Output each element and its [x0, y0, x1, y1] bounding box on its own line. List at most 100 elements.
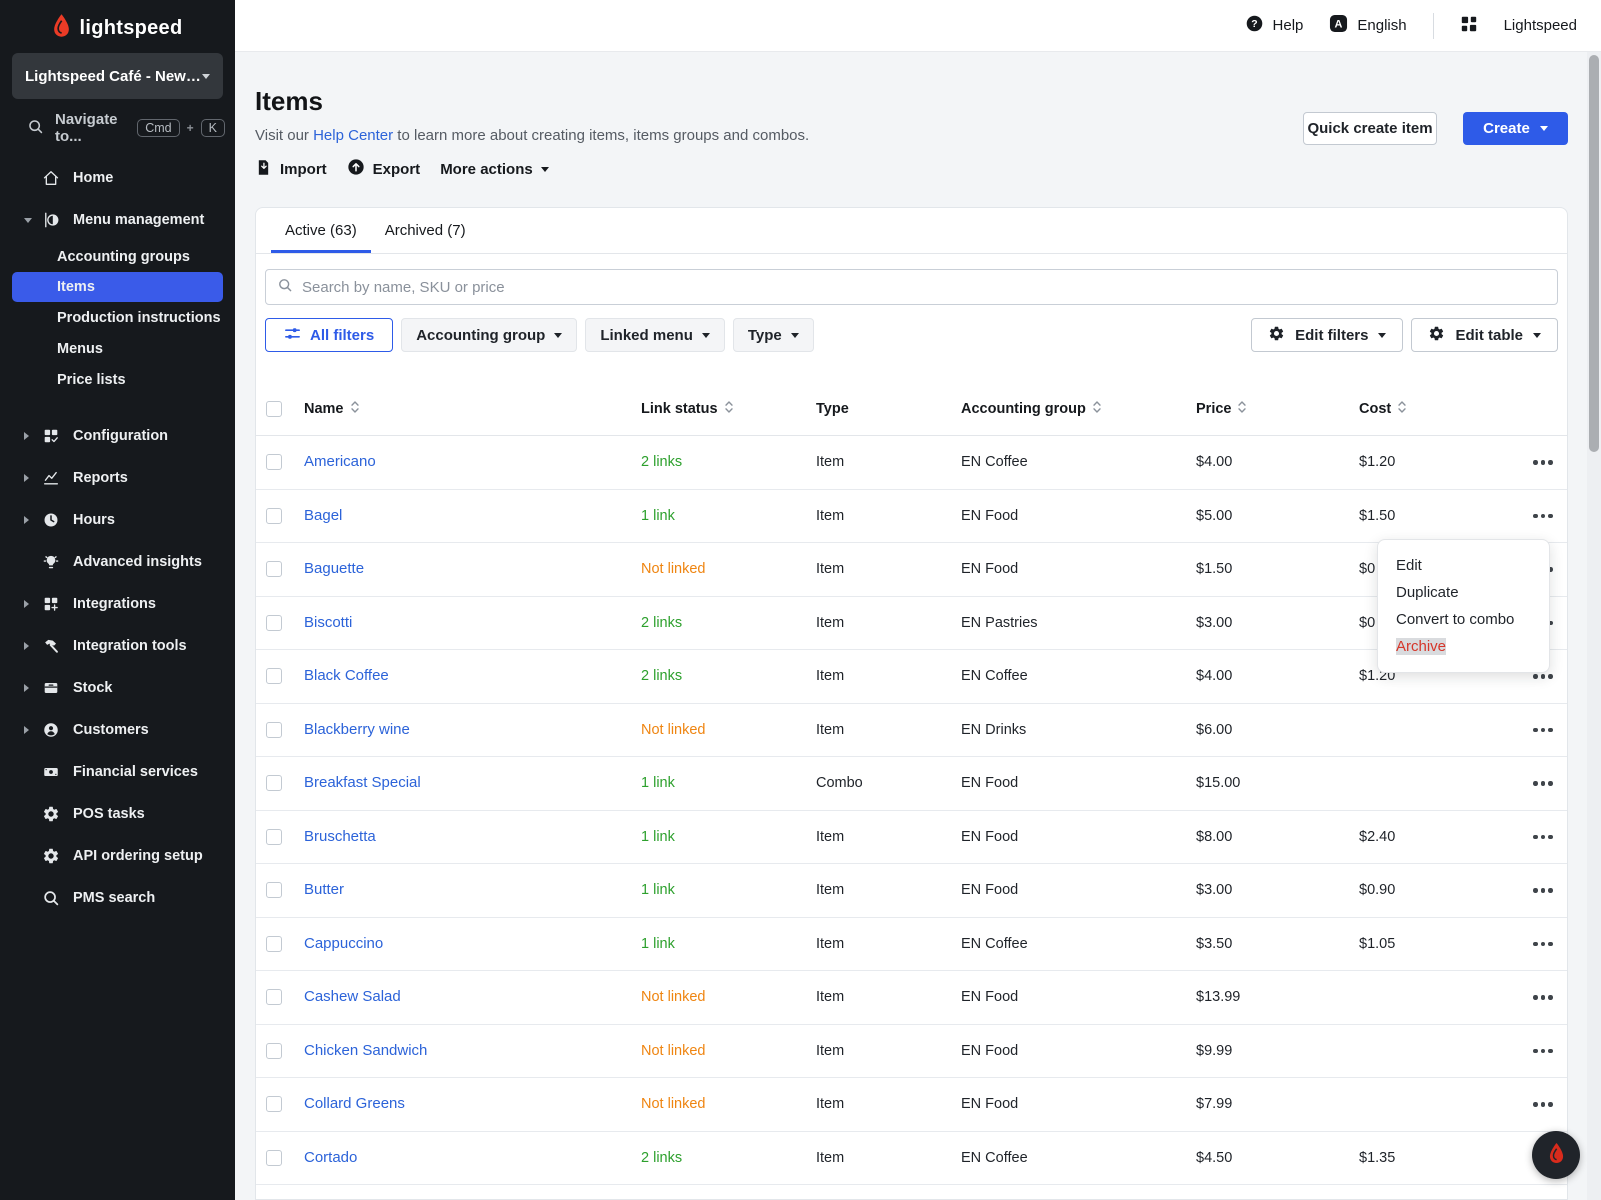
account-menu[interactable]: Lightspeed	[1504, 17, 1577, 34]
sidebar-item-home[interactable]: Home	[0, 157, 235, 199]
sidebar-item-customers[interactable]: Customers	[0, 709, 235, 751]
item-name-link[interactable]: Butter	[304, 881, 344, 898]
filter-dropdown-linked-menu[interactable]: Linked menu	[585, 318, 725, 352]
sidebar-subitem-production-instructions[interactable]: Production instructions	[0, 302, 235, 333]
item-name-link[interactable]: Cappuccino	[304, 935, 383, 952]
item-name-link[interactable]: Bruschetta	[304, 828, 376, 845]
row-actions-button[interactable]	[1531, 454, 1559, 471]
help-menu[interactable]: ? Help	[1245, 14, 1303, 37]
help-center-link[interactable]: Help Center	[313, 127, 393, 144]
sidebar-item-hours[interactable]: Hours	[0, 499, 235, 541]
sidebar-item-api-ordering-setup[interactable]: API ordering setup	[0, 835, 235, 877]
filter-dropdown-type[interactable]: Type	[732, 318, 814, 352]
column-header-price[interactable]: Price	[1196, 401, 1359, 417]
search-input[interactable]	[302, 278, 1546, 296]
sidebar-item-reports[interactable]: Reports	[0, 457, 235, 499]
row-actions-button[interactable]	[1531, 829, 1559, 846]
language-menu[interactable]: A English	[1329, 14, 1407, 37]
scrollbar-thumb[interactable]	[1589, 55, 1599, 452]
row-checkbox[interactable]	[266, 507, 282, 524]
table-row-biscotti: Biscotti 2 links Item EN Pastries $3.00 $0	[256, 597, 1567, 650]
tab-archived-7[interactable]: Archived (7)	[371, 208, 480, 253]
item-name-link[interactable]: Cortado	[304, 1149, 357, 1166]
column-header-name[interactable]: Name	[304, 401, 641, 417]
row-actions-button[interactable]	[1531, 775, 1559, 792]
row-actions-button[interactable]	[1531, 722, 1559, 739]
app-switcher-button[interactable]	[1460, 15, 1478, 37]
select-all-checkbox[interactable]	[266, 401, 282, 417]
row-checkbox[interactable]	[266, 1149, 282, 1166]
item-name-link[interactable]: Black Coffee	[304, 667, 389, 684]
item-name-link[interactable]: Chicken Sandwich	[304, 1042, 427, 1059]
context-menu-item-convert-to-combo[interactable]: Convert to combo	[1378, 607, 1549, 632]
row-checkbox[interactable]	[266, 668, 282, 685]
item-name-link[interactable]: Bagel	[304, 507, 342, 524]
sidebar-subitem-price-lists[interactable]: Price lists	[0, 364, 235, 395]
row-actions-button[interactable]	[1531, 1096, 1559, 1113]
sidebar-item-configuration[interactable]: Configuration	[0, 415, 235, 457]
accounting-group: EN Food	[961, 1042, 1019, 1059]
language-label: English	[1357, 17, 1407, 34]
filter-dropdown-accounting-group[interactable]: Accounting group	[401, 318, 578, 352]
row-checkbox[interactable]	[266, 935, 282, 952]
item-cost: $2.40	[1359, 828, 1396, 845]
row-actions-button[interactable]	[1531, 882, 1559, 899]
row-checkbox[interactable]	[266, 1096, 282, 1113]
tab-active-63[interactable]: Active (63)	[271, 208, 371, 253]
column-header-cost[interactable]: Cost	[1359, 401, 1531, 417]
item-name-link[interactable]: Blackberry wine	[304, 721, 410, 738]
edit-table-button[interactable]: Edit table	[1411, 318, 1558, 352]
create-button[interactable]: Create	[1463, 112, 1568, 145]
row-actions-button[interactable]	[1531, 508, 1559, 525]
sidebar-item-integration-tools[interactable]: Integration tools	[0, 625, 235, 667]
sidebar-subitem-accounting-groups[interactable]: Accounting groups	[0, 241, 235, 272]
table-row-bagel: Bagel 1 link Item EN Food $5.00 $1.50	[256, 490, 1567, 543]
all-filters-button[interactable]: All filters	[265, 318, 394, 352]
sidebar-subitem-menus[interactable]: Menus	[0, 333, 235, 364]
language-icon: A	[1329, 14, 1348, 37]
row-checkbox[interactable]	[266, 1042, 282, 1059]
context-menu-item-duplicate[interactable]: Duplicate	[1378, 580, 1549, 605]
navigate-search[interactable]: Navigate to... Cmd + K	[0, 111, 235, 145]
column-header-link-status[interactable]: Link status	[641, 401, 816, 417]
sidebar-item-menu-management[interactable]: Menu management	[0, 199, 235, 241]
item-name-link[interactable]: Breakfast Special	[304, 774, 421, 791]
sidebar-subitem-items[interactable]: Items	[12, 272, 223, 302]
item-name-link[interactable]: Collard Greens	[304, 1095, 405, 1112]
item-name-link[interactable]: Baguette	[304, 560, 364, 577]
sidebar-item-financial-services[interactable]: Financial services	[0, 751, 235, 793]
row-checkbox[interactable]	[266, 775, 282, 792]
row-checkbox[interactable]	[266, 828, 282, 845]
item-name-link[interactable]: Cashew Salad	[304, 988, 401, 1005]
item-cost: $1.35	[1359, 1149, 1396, 1166]
sidebar-item-integrations[interactable]: Integrations	[0, 583, 235, 625]
context-menu-item-archive[interactable]: Archive	[1378, 634, 1549, 659]
import-button[interactable]: Import	[255, 159, 327, 180]
row-actions-button[interactable]	[1531, 1043, 1559, 1060]
row-checkbox[interactable]	[266, 454, 282, 471]
row-checkbox[interactable]	[266, 614, 282, 631]
quick-create-item-button[interactable]: Quick create item	[1303, 112, 1437, 145]
item-name-link[interactable]: Biscotti	[304, 614, 352, 631]
row-checkbox[interactable]	[266, 721, 282, 738]
export-button[interactable]: Export	[347, 158, 420, 180]
sidebar-item-pos-tasks[interactable]: POS tasks	[0, 793, 235, 835]
row-actions-button[interactable]	[1531, 989, 1559, 1006]
sidebar-item-advanced-insights[interactable]: Advanced insights	[0, 541, 235, 583]
all-filters-label: All filters	[310, 326, 375, 344]
link-status: 1 link	[641, 882, 675, 899]
row-checkbox[interactable]	[266, 882, 282, 899]
business-selector[interactable]: Lightspeed Café - New …	[12, 53, 223, 99]
item-name-link[interactable]: Americano	[304, 453, 376, 470]
column-header-accounting-group[interactable]: Accounting group	[961, 401, 1196, 417]
column-header-type[interactable]: Type	[816, 401, 961, 417]
assistant-fab-button[interactable]	[1532, 1131, 1580, 1179]
edit-filters-button[interactable]: Edit filters	[1251, 318, 1404, 352]
row-actions-button[interactable]	[1531, 936, 1559, 953]
context-menu-item-edit[interactable]: Edit	[1378, 553, 1549, 578]
row-checkbox[interactable]	[266, 989, 282, 1006]
sidebar-item-pms-search[interactable]: PMS search	[0, 877, 235, 919]
more-actions-button[interactable]: More actions	[440, 161, 549, 178]
row-checkbox[interactable]	[266, 561, 282, 578]
sidebar-item-stock[interactable]: Stock	[0, 667, 235, 709]
